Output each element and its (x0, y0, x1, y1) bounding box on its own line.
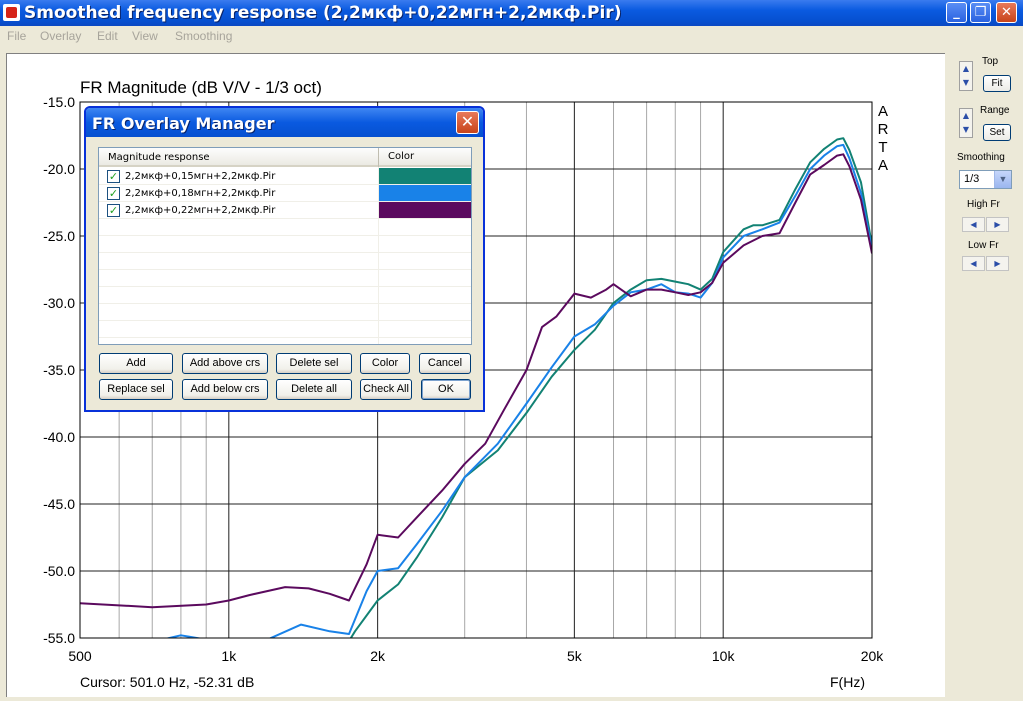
color-button[interactable]: Color (360, 353, 410, 374)
y-tick-label: -50.0 (43, 563, 75, 579)
close-button[interactable]: ✕ (996, 2, 1017, 23)
smoothing-select[interactable]: 1/3 ▼ (959, 170, 1012, 189)
row-name: 2,2мкф+0,18мгн+2,2мкф.Pir (125, 188, 276, 199)
chart-title: FR Magnitude (dB V/V - 1/3 oct) (80, 78, 322, 97)
window-title: Smoothed frequency response (2,2мкф+0,22… (24, 3, 622, 23)
brand-letter: A (878, 103, 888, 120)
ok-button[interactable]: OK (421, 379, 471, 400)
color-swatch[interactable] (379, 168, 471, 184)
low-fr-buttons: ◀ ▶ (962, 256, 1010, 271)
overlay-list[interactable]: Magnitude response Color ✓ 2,2мкф+0,15мг… (98, 147, 472, 345)
empty-row (99, 304, 471, 321)
dialog-close-button[interactable]: ✕ (456, 111, 479, 134)
menu-bar: File Overlay Edit View Smoothing (0, 26, 1023, 47)
set-button[interactable]: Set (983, 124, 1011, 141)
replace-selected-button[interactable]: Replace sel (99, 379, 173, 400)
x-tick-label: 1k (221, 648, 237, 664)
top-label: Top (982, 56, 999, 67)
row-name: 2,2мкф+0,22мгн+2,2мкф.Pir (125, 205, 276, 216)
check-all-button[interactable]: Check All (360, 379, 412, 400)
cursor-readout: Cursor: 501.0 Hz, -52.31 dB (80, 674, 254, 690)
list-header: Magnitude response Color (99, 148, 471, 167)
maximize-button[interactable]: ❐ (970, 2, 991, 23)
x-axis-label: F(Hz) (830, 674, 865, 690)
x-tick-label: 20k (861, 648, 885, 664)
y-tick-label: -35.0 (43, 362, 75, 378)
empty-row (99, 219, 471, 236)
dialog-titlebar: FR Overlay Manager ✕ (86, 108, 483, 137)
x-tick-label: 5k (567, 648, 583, 664)
dialog-title: FR Overlay Manager (92, 114, 275, 133)
arrow-down-icon[interactable]: ▼ (960, 123, 972, 137)
arrow-down-icon[interactable]: ▼ (960, 76, 972, 90)
add-above-cursor-button[interactable]: Add above crs (182, 353, 268, 374)
menu-file[interactable]: File (7, 29, 26, 43)
empty-row (99, 287, 471, 304)
row-name: 2,2мкф+0,15мгн+2,2мкф.Pir (125, 171, 276, 182)
arrow-up-icon[interactable]: ▲ (960, 62, 972, 76)
menu-edit[interactable]: Edit (97, 29, 118, 43)
list-item[interactable]: ✓ 2,2мкф+0,22мгн+2,2мкф.Pir (99, 202, 471, 219)
high-fr-label: High Fr (967, 199, 1000, 210)
row-checkbox[interactable]: ✓ (107, 170, 120, 183)
x-tick-label: 2k (370, 648, 386, 664)
color-swatch[interactable] (379, 185, 471, 201)
x-tick-label: 10k (712, 648, 736, 664)
empty-row (99, 253, 471, 270)
col-magnitude-response[interactable]: Magnitude response (108, 152, 210, 163)
app-icon[interactable] (3, 4, 20, 21)
empty-row (99, 236, 471, 253)
row-checkbox[interactable]: ✓ (107, 187, 120, 200)
empty-row (99, 270, 471, 287)
minimize-button[interactable]: _ (946, 2, 967, 23)
cancel-button[interactable]: Cancel (419, 353, 471, 374)
delete-all-button[interactable]: Delete all (276, 379, 352, 400)
delete-selected-button[interactable]: Delete sel (276, 353, 352, 374)
add-below-cursor-button[interactable]: Add below crs (182, 379, 268, 400)
smoothing-label: Smoothing (957, 152, 1005, 163)
y-tick-label: -25.0 (43, 228, 75, 244)
low-fr-label: Low Fr (968, 240, 999, 251)
y-tick-label: -40.0 (43, 429, 75, 445)
y-tick-label: -45.0 (43, 496, 75, 512)
fit-button[interactable]: Fit (983, 75, 1011, 92)
top-spinner[interactable]: ▲ ▼ (959, 61, 973, 91)
range-label: Range (980, 105, 1010, 116)
list-item[interactable]: ✓ 2,2мкф+0,18мгн+2,2мкф.Pir (99, 185, 471, 202)
arrow-right-icon[interactable]: ▶ (986, 256, 1009, 271)
list-item[interactable]: ✓ 2,2мкф+0,15мгн+2,2мкф.Pir (99, 168, 471, 185)
row-checkbox[interactable]: ✓ (107, 204, 120, 217)
arta-brand: ARTA (878, 103, 889, 174)
col-color[interactable]: Color (378, 148, 414, 167)
arrow-left-icon[interactable]: ◀ (962, 217, 985, 232)
window-titlebar: Smoothed frequency response (2,2мкф+0,22… (0, 0, 1023, 26)
color-swatch[interactable] (379, 202, 471, 218)
y-tick-label: -20.0 (43, 161, 75, 177)
y-tick-label: -55.0 (43, 630, 75, 646)
empty-row (99, 321, 471, 338)
x-tick-label: 500 (68, 648, 92, 664)
arrow-right-icon[interactable]: ▶ (986, 217, 1009, 232)
brand-letter: T (878, 139, 887, 156)
menu-view[interactable]: View (132, 29, 158, 43)
y-tick-label: -15.0 (43, 94, 75, 110)
arrow-left-icon[interactable]: ◀ (962, 256, 985, 271)
brand-letter: A (878, 157, 888, 174)
chevron-down-icon[interactable]: ▼ (994, 171, 1011, 188)
menu-smoothing[interactable]: Smoothing (175, 29, 232, 43)
menu-overlay[interactable]: Overlay (40, 29, 81, 43)
fr-overlay-manager-dialog: FR Overlay Manager ✕ Magnitude response … (84, 106, 485, 412)
brand-letter: R (878, 121, 889, 138)
y-tick-label: -30.0 (43, 295, 75, 311)
side-panel: ▲ ▼ Top Fit ▲ ▼ Range Set Smoothing High F… (946, 47, 1023, 696)
range-spinner[interactable]: ▲ ▼ (959, 108, 973, 138)
smoothing-value: 1/3 (964, 173, 980, 185)
high-fr-buttons: ◀ ▶ (962, 217, 1010, 232)
add-button[interactable]: Add (99, 353, 173, 374)
arrow-up-icon[interactable]: ▲ (960, 109, 972, 123)
